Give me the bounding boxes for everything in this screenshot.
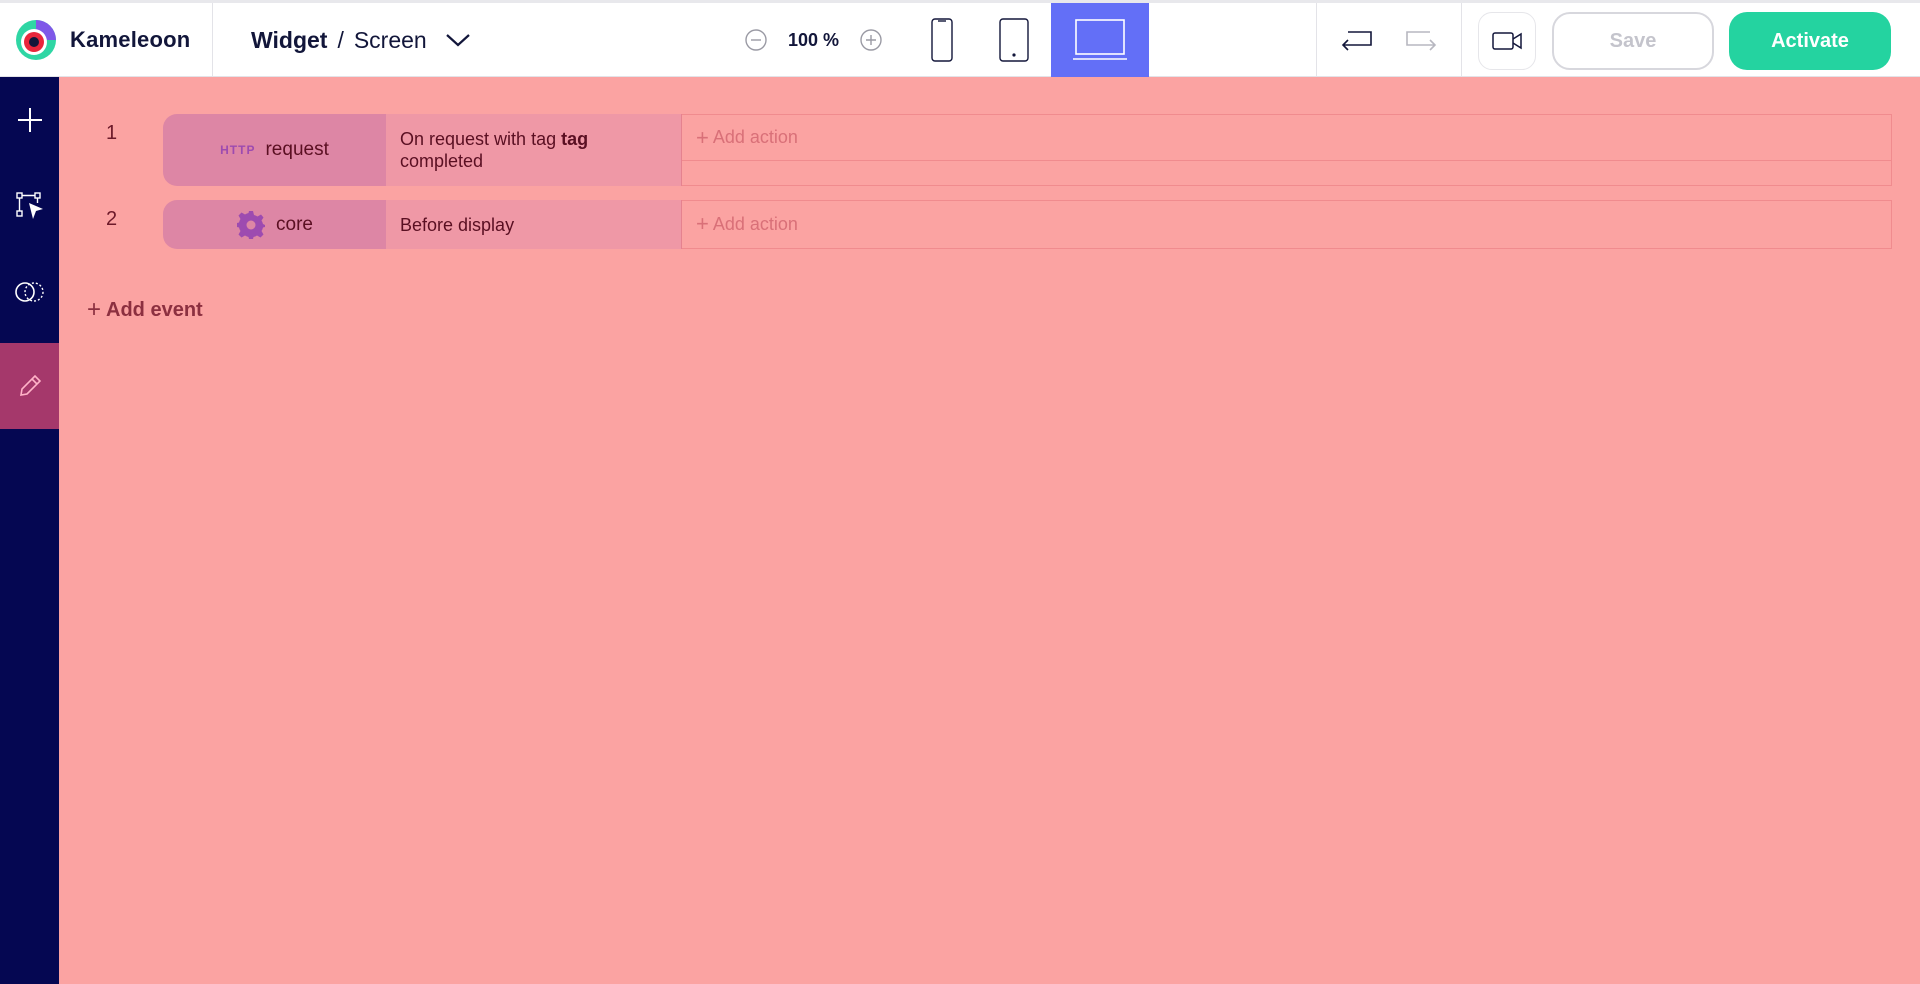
event-source[interactable]: core — [163, 200, 386, 249]
add-action-button[interactable]: + Add action — [682, 201, 1891, 247]
add-event-button[interactable]: + Add event — [87, 296, 203, 324]
redo-icon[interactable] — [1401, 24, 1441, 56]
logo-area[interactable]: Kameleoon — [0, 3, 213, 77]
event-description[interactable]: On request with tag tag completed — [386, 114, 682, 186]
plus-icon — [17, 108, 42, 132]
zoom-control: 100 % — [740, 3, 887, 77]
add-event-label: Add event — [106, 298, 203, 321]
event-description-text: Before display — [400, 214, 515, 235]
zoom-in-icon[interactable] — [855, 24, 887, 56]
history-controls — [1316, 3, 1462, 77]
sidebar — [0, 77, 59, 984]
top-bar: Kameleoon Widget / Screen 100 % Save Act… — [0, 0, 1920, 77]
workflow-canvas: 1 HTTP request On request with tag tag c… — [59, 77, 1920, 984]
plus-icon: + — [696, 211, 709, 236]
add-action-label: Add action — [712, 127, 798, 147]
undo-icon[interactable] — [1337, 24, 1377, 56]
laptop-icon — [1073, 19, 1127, 60]
event-description-suffix: completed — [400, 151, 484, 171]
add-action-button[interactable]: + Add action — [682, 115, 1891, 161]
pencil-icon — [19, 374, 41, 396]
action-column: + Add action — [682, 114, 1892, 186]
plus-icon: + — [87, 296, 102, 323]
event-source-label: core — [276, 213, 313, 235]
device-mobile-button[interactable] — [922, 3, 962, 77]
event-number: 1 — [106, 122, 118, 144]
sidebar-item-add[interactable] — [0, 77, 59, 163]
event-row-1: HTTP request On request with tag tag com… — [163, 114, 1892, 186]
select-element-icon — [15, 192, 43, 219]
zoom-out-icon[interactable] — [740, 24, 772, 56]
breadcrumb: Widget / Screen — [251, 3, 471, 77]
breadcrumb-widget[interactable]: Widget — [251, 27, 327, 54]
video-button[interactable] — [1478, 12, 1536, 70]
http-badge: HTTP — [220, 143, 256, 157]
breadcrumb-current: Screen — [353, 26, 427, 53]
activate-button[interactable]: Activate — [1729, 12, 1891, 70]
tablet-icon — [999, 18, 1029, 62]
event-description-text: On request with tag — [400, 129, 557, 149]
sidebar-item-segments[interactable] — [0, 249, 59, 335]
gear-icon — [237, 210, 266, 239]
event-source-label: request — [265, 139, 329, 160]
plus-icon: + — [696, 124, 709, 150]
sidebar-item-select[interactable] — [0, 163, 59, 249]
event-source[interactable]: HTTP request — [163, 114, 386, 186]
save-button[interactable]: Save — [1552, 12, 1714, 70]
event-description[interactable]: Before display — [386, 200, 682, 249]
circles-icon — [14, 282, 44, 302]
zoom-level: 100 % — [788, 29, 840, 50]
event-number: 2 — [106, 208, 118, 230]
video-camera-icon — [1492, 32, 1522, 50]
sidebar-item-edit[interactable] — [0, 343, 59, 429]
add-action-label: Add action — [712, 213, 798, 234]
event-row-2: core Before display + Add action — [163, 200, 1892, 249]
device-tablet-button[interactable] — [994, 3, 1034, 77]
app-name: Kameleoon — [70, 27, 191, 52]
kameleoon-logo-icon — [16, 20, 56, 60]
event-description-tag: tag — [561, 129, 589, 149]
device-desktop-button[interactable] — [1051, 3, 1149, 77]
chevron-down-icon[interactable] — [445, 27, 471, 53]
action-column: + Add action — [682, 200, 1892, 249]
breadcrumb-separator: / — [337, 26, 344, 53]
phone-icon — [931, 18, 953, 62]
